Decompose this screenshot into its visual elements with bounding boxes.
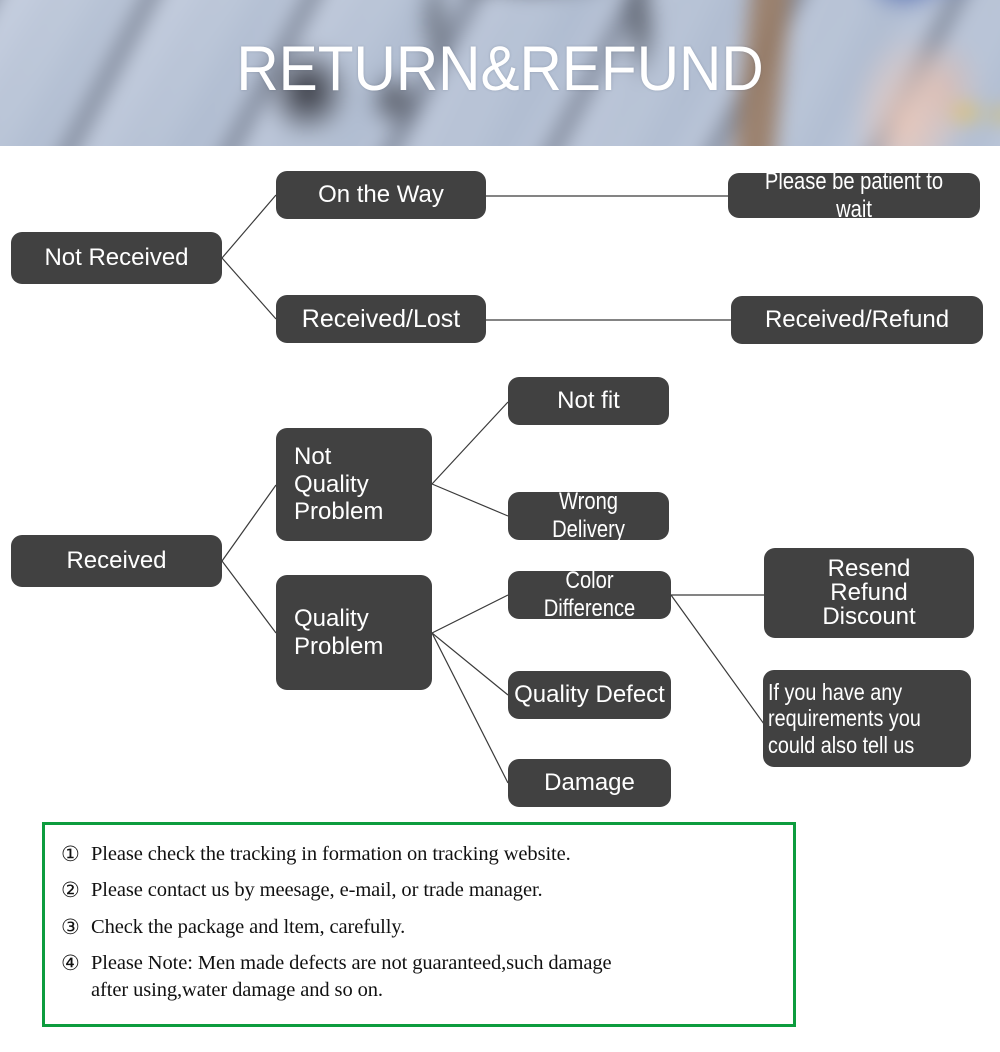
note-number: ① xyxy=(61,842,80,866)
node-label: Not Received xyxy=(44,244,189,272)
node-received[interactable]: Received xyxy=(11,535,222,587)
node-label: Resend Refund Discount xyxy=(822,555,916,630)
node-received-lost[interactable]: Received/Lost xyxy=(276,295,486,343)
node-label: Received xyxy=(66,547,167,575)
header-banner: RETURN&REFUND xyxy=(0,0,1000,146)
line-notreceived-ontheway xyxy=(221,194,277,259)
line-received-notqualityproblem xyxy=(221,484,277,562)
node-quality-problem[interactable]: Quality Problem xyxy=(276,575,432,690)
note-number: ④ xyxy=(61,950,80,975)
node-label: Not Quality Problem xyxy=(294,442,384,526)
node-label: Damage xyxy=(544,769,635,797)
node-not-fit[interactable]: Not fit xyxy=(508,377,669,425)
node-label: Quality Defect xyxy=(514,681,665,709)
line-quality-damage xyxy=(431,632,509,784)
node-damage[interactable]: Damage xyxy=(508,759,671,807)
line-notquality-notfit xyxy=(431,401,509,485)
page-title: RETURN&REFUND xyxy=(236,34,764,104)
node-color-difference[interactable]: Color Difference xyxy=(508,567,671,622)
note-number: ② xyxy=(61,878,80,903)
node-not-quality-problem[interactable]: Not Quality Problem xyxy=(276,428,432,541)
node-quality-defect[interactable]: Quality Defect xyxy=(508,671,671,719)
node-wrong-delivery[interactable]: Wrong Delivery xyxy=(508,488,669,543)
node-please-be-patient[interactable]: Please be patient to wait xyxy=(728,168,980,223)
node-received-refund[interactable]: Received/Refund xyxy=(731,296,983,344)
line-colordiff-requirements xyxy=(670,594,765,725)
node-label: Please be patient to wait xyxy=(764,167,944,223)
notes-box: ① Please check the tracking in formation… xyxy=(42,822,796,1027)
node-label: On the Way xyxy=(318,181,444,209)
node-label: Received/Refund xyxy=(764,306,950,334)
node-label: Color Difference xyxy=(543,567,636,622)
note-item: ② Please contact us by meesage, e-mail, … xyxy=(61,877,779,904)
note-item: ① Please check the tracking in formation… xyxy=(61,841,779,868)
line-notquality-wrongdelivery xyxy=(431,483,509,517)
return-refund-page: RETURN&REFUND Not Received On the Way Re… xyxy=(0,0,1000,1052)
note-text: Please contact us by meesage, e-mail, or… xyxy=(91,879,543,902)
note-text: Please Note: Men made defects are not gu… xyxy=(91,951,612,1001)
line-received-qualityproblem xyxy=(221,560,277,634)
node-label: If you have any requirements you could a… xyxy=(768,678,921,758)
node-label: Wrong Delivery xyxy=(552,488,625,543)
note-text: Please check the tracking in formation o… xyxy=(91,843,571,865)
note-text: Check the package and ltem, carefully. xyxy=(91,915,406,938)
return-flow-diagram: Not Received On the Way Received/Lost Pl… xyxy=(0,146,1000,826)
node-on-the-way[interactable]: On the Way xyxy=(276,171,486,219)
node-label: Not fit xyxy=(557,387,620,415)
node-label: Received/Lost xyxy=(301,304,461,333)
line-notreceived-receivedlost xyxy=(221,257,277,320)
node-not-received[interactable]: Not Received xyxy=(11,232,222,284)
note-item: ③ Check the package and ltem, carefully. xyxy=(61,914,779,941)
line-quality-qualitydefect xyxy=(431,632,509,696)
node-requirements[interactable]: If you have any requirements you could a… xyxy=(763,670,971,767)
note-number: ③ xyxy=(61,914,80,939)
node-resend-refund-discount[interactable]: Resend Refund Discount xyxy=(764,548,974,638)
line-quality-colordifference xyxy=(431,594,509,634)
node-label: Quality Problem xyxy=(294,604,384,660)
note-item: ④ Please Note: Men made defects are not … xyxy=(61,950,779,1005)
